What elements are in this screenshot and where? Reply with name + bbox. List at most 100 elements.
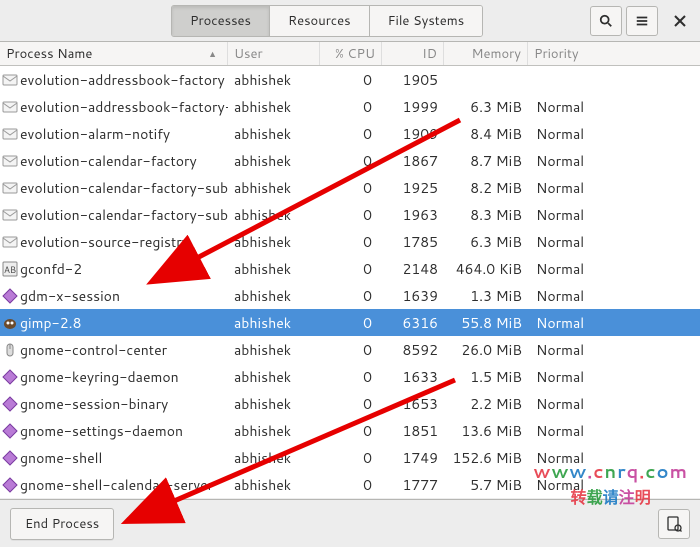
cell-memory: 6.3 MiB — [444, 97, 528, 117]
process-icon — [2, 477, 18, 493]
table-row[interactable]: evolution-calendar-factory-subpabhishek0… — [0, 174, 700, 201]
sort-indicator-icon: ▲ — [208, 47, 221, 60]
column-header-id[interactable]: ID — [382, 42, 444, 65]
cell-user: abhishek — [228, 394, 320, 414]
cell-id: 1999 — [382, 97, 444, 117]
cell-memory: 8.3 MiB — [444, 205, 528, 225]
process-name-text: gnome-session-binary — [20, 394, 168, 414]
menu-button[interactable] — [626, 6, 658, 36]
cell-memory: 1.3 MiB — [444, 286, 528, 306]
process-icon — [2, 396, 18, 412]
column-header-user[interactable]: User — [228, 42, 320, 65]
process-icon — [2, 423, 18, 439]
cell-id: 1851 — [382, 421, 444, 441]
process-name-text: evolution-alarm-notify — [20, 124, 170, 144]
svg-text:AB: AB — [4, 263, 16, 276]
table-row[interactable]: evolution-addressbook-factoryabhishek019… — [0, 66, 700, 93]
process-name-text: gnome-settings-daemon — [20, 421, 183, 441]
column-header-memory[interactable]: Memory — [444, 42, 528, 65]
search-button[interactable] — [590, 6, 622, 36]
cell-memory: 8.4 MiB — [444, 124, 528, 144]
cell-cpu: 0 — [320, 367, 382, 387]
table-row[interactable]: gnome-settings-daemonabhishek0185113.6 M… — [0, 417, 700, 444]
cell-id: 1867 — [382, 151, 444, 171]
cell-process-name: gimp-2.8 — [0, 313, 228, 333]
cell-cpu: 0 — [320, 394, 382, 414]
tab-resources[interactable]: Resources — [270, 6, 370, 36]
cell-process-name: evolution-alarm-notify — [0, 124, 228, 144]
process-name-text: evolution-calendar-factory-subp — [20, 178, 228, 198]
cell-priority: Normal — [528, 313, 700, 333]
process-name-text: evolution-calendar-factory — [20, 151, 197, 171]
column-header-cpu[interactable]: % CPU — [320, 42, 382, 65]
table-row[interactable]: gnome-control-centerabhishek0859226.0 Mi… — [0, 336, 700, 363]
table-row[interactable]: gnome-session-binaryabhishek016532.2 MiB… — [0, 390, 700, 417]
view-tab-group: Processes Resources File Systems — [171, 5, 483, 37]
process-icon — [2, 72, 18, 88]
table-row[interactable]: evolution-addressbook-factory-abhishek01… — [0, 93, 700, 120]
cell-priority: Normal — [528, 205, 700, 225]
cell-process-name: gnome-settings-daemon — [0, 421, 228, 441]
table-row[interactable]: evolution-calendar-factoryabhishek018678… — [0, 147, 700, 174]
cell-process-name: evolution-addressbook-factory- — [0, 97, 228, 117]
end-process-button[interactable]: End Process — [10, 508, 114, 540]
process-table: evolution-addressbook-factoryabhishek019… — [0, 66, 700, 498]
cell-user: abhishek — [228, 340, 320, 360]
table-row[interactable]: gdm-x-sessionabhishek016391.3 MiBNormal — [0, 282, 700, 309]
process-name-text: evolution-addressbook-factory — [20, 70, 225, 90]
cell-user: abhishek — [228, 448, 320, 468]
table-row[interactable]: evolution-source-registryabhishek017856.… — [0, 228, 700, 255]
cell-user: abhishek — [228, 232, 320, 252]
table-row[interactable]: evolution-calendar-factory-subpabhishek0… — [0, 201, 700, 228]
search-icon — [599, 14, 613, 28]
process-icon — [2, 234, 18, 250]
cell-id: 1963 — [382, 205, 444, 225]
process-icon — [2, 450, 18, 466]
cell-user: abhishek — [228, 286, 320, 306]
cell-id: 1653 — [382, 394, 444, 414]
cell-cpu: 0 — [320, 97, 382, 117]
cell-priority: Normal — [528, 151, 700, 171]
toolbar-right — [590, 6, 694, 36]
cell-memory: 464.0 KiB — [444, 259, 528, 279]
cell-process-name: evolution-addressbook-factory — [0, 70, 228, 90]
process-icon — [2, 180, 18, 196]
cell-user: abhishek — [228, 313, 320, 333]
properties-button[interactable] — [658, 509, 690, 539]
table-row[interactable]: gnome-keyring-daemonabhishek016331.5 MiB… — [0, 363, 700, 390]
cell-id: 1749 — [382, 448, 444, 468]
cell-priority: Normal — [528, 259, 700, 279]
table-row[interactable]: gimp-2.8abhishek0631655.8 MiBNormal — [0, 309, 700, 336]
table-row[interactable]: evolution-alarm-notifyabhishek019098.4 M… — [0, 120, 700, 147]
column-headers: Process Name ▲ User % CPU ID Memory Prio… — [0, 42, 700, 66]
cell-id: 1785 — [382, 232, 444, 252]
cell-priority: Normal — [528, 232, 700, 252]
cell-priority: Normal — [528, 286, 700, 306]
process-name-text: evolution-addressbook-factory- — [20, 97, 228, 117]
process-name-text: gnome-shell — [20, 448, 102, 468]
process-icon — [2, 126, 18, 142]
cell-user: abhishek — [228, 124, 320, 144]
cell-process-name: evolution-calendar-factory-subp — [0, 205, 228, 225]
cell-process-name: gnome-session-binary — [0, 394, 228, 414]
process-icon — [2, 288, 18, 304]
process-name-text: evolution-calendar-factory-subp — [20, 205, 228, 225]
tab-filesystems[interactable]: File Systems — [370, 6, 483, 36]
table-row[interactable]: ABgconfd-2abhishek02148464.0 KiBNormal — [0, 255, 700, 282]
process-name-text: gimp-2.8 — [20, 313, 81, 333]
column-header-priority[interactable]: Priority — [528, 42, 700, 65]
cell-process-name: evolution-source-registry — [0, 232, 228, 252]
cell-priority: Normal — [528, 97, 700, 117]
cell-id: 6316 — [382, 313, 444, 333]
process-name-text: gconfd-2 — [20, 259, 82, 279]
process-name-text: gnome-shell-calendar-server — [20, 475, 213, 495]
process-icon — [2, 207, 18, 223]
cell-cpu: 0 — [320, 70, 382, 90]
cell-id: 2148 — [382, 259, 444, 279]
cell-user: abhishek — [228, 475, 320, 495]
cell-process-name: gdm-x-session — [0, 286, 228, 306]
cell-cpu: 0 — [320, 205, 382, 225]
column-header-name[interactable]: Process Name ▲ — [0, 42, 228, 65]
tab-processes[interactable]: Processes — [172, 6, 270, 36]
close-button[interactable] — [666, 7, 694, 35]
